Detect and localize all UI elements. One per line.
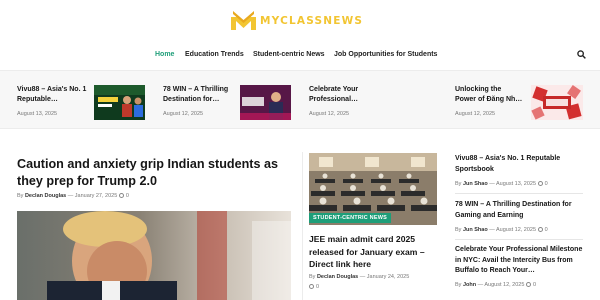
side-article-meta: By Jun Shao — August 12, 2025 0 (455, 227, 548, 233)
side-article-meta: By John — August 12, 2025 0 (455, 282, 536, 288)
search-icon[interactable] (577, 50, 586, 59)
comment-icon (537, 181, 543, 187)
ticker-title-line: Power of Đăng Nh… (455, 96, 523, 103)
site-logo[interactable]: MYCLASSNEWS (231, 11, 363, 30)
comment-icon (309, 284, 314, 290)
ticker-item[interactable]: Unlocking the Power of Đăng Nh… August 1… (455, 71, 585, 130)
ticker-title-line: Reputable… (17, 96, 58, 103)
meta-author[interactable]: Jun Shao (463, 227, 488, 233)
meta-by: By (309, 274, 316, 280)
logo-icon (231, 11, 256, 30)
side-article-meta: By Jun Shao — August 13, 2025 0 (455, 181, 548, 187)
meta-separator: — (359, 274, 366, 280)
side-article-title[interactable]: Celebrate Your Professional Milestone in… (455, 245, 590, 277)
side-divider (455, 239, 583, 240)
middle-article-comments[interactable]: 0 (309, 284, 319, 290)
side-divider (455, 193, 583, 194)
middle-article-meta: By Declan Douglas — January 24, 2025 (309, 274, 409, 280)
meta-separator: — (489, 227, 495, 233)
meta-author[interactable]: Declan Douglas (25, 193, 66, 199)
main-article-image[interactable] (17, 211, 291, 300)
meta-author[interactable]: John (463, 282, 476, 288)
meta-comments[interactable]: 0 (316, 284, 319, 290)
ticker-title-line: Vivu88 – Asia's No. 1 (17, 86, 87, 93)
comment-icon (118, 193, 124, 199)
meta-separator: — (489, 181, 495, 187)
side-article-title[interactable]: 78 WIN – A Thrilling Destination for Gam… (455, 200, 590, 221)
nav-item-job-opportunities[interactable]: Job Opportunities for Students (334, 51, 437, 58)
news-ticker: Vivu88 – Asia's No. 1 Reputable… August … (0, 70, 600, 129)
nav-item-home[interactable]: Home (155, 51, 174, 58)
ticker-thumbnail[interactable] (240, 85, 291, 120)
comment-icon (537, 227, 543, 233)
ticker-item-date: August 12, 2025 (455, 111, 496, 117)
ticker-item-date: August 13, 2025 (17, 111, 58, 117)
meta-by: By (455, 181, 462, 187)
ticker-item[interactable]: 78 WIN – A Thrilling Destination for… Au… (163, 71, 293, 130)
ticker-item[interactable]: Vivu88 – Asia's No. 1 Reputable… August … (17, 71, 147, 130)
side-article-title[interactable]: Vivu88 – Asia's No. 1 Reputable Sportsbo… (455, 154, 590, 175)
meta-comments[interactable]: 0 (545, 181, 548, 187)
ticker-title-line: Celebrate Your (309, 86, 359, 93)
ticker-item-title[interactable]: 78 WIN – A Thrilling Destination for… (163, 85, 228, 105)
meta-comments[interactable]: 0 (545, 227, 548, 233)
column-divider (302, 152, 303, 300)
ticker-title-line: Professional… (309, 96, 359, 103)
meta-date: August 13, 2025 (495, 181, 537, 187)
meta-separator: — (477, 282, 484, 288)
ticker-item-date: August 12, 2025 (163, 111, 204, 117)
nav-item-student-centric-news[interactable]: Student-centric News (253, 51, 325, 58)
ticker-title-line: 78 WIN – A Thrilling (163, 86, 229, 93)
meta-by: By (455, 282, 462, 288)
meta-by: By (17, 193, 24, 199)
meta-comments[interactable]: 0 (126, 193, 129, 199)
meta-date: August 12, 2025 (484, 282, 525, 288)
side-article[interactable]: 78 WIN – A Thrilling Destination for Gam… (455, 200, 590, 221)
meta-by: By (455, 227, 462, 233)
main-nav: Home Education Trends Student-centric Ne… (0, 46, 600, 68)
ticker-title-line: Unlocking the (455, 86, 502, 93)
side-article[interactable]: Celebrate Your Professional Milestone in… (455, 245, 590, 277)
ticker-item-title[interactable]: Vivu88 – Asia's No. 1 Reputable… (17, 85, 86, 105)
meta-author[interactable]: Jun Shao (463, 181, 488, 187)
middle-article-title[interactable]: JEE main admit card 2025 released for Ja… (309, 233, 444, 271)
site-header: MYCLASSNEWS (0, 0, 600, 40)
main-article-meta: By Declan Douglas — January 27, 2025 0 (17, 193, 129, 199)
meta-comments[interactable]: 0 (533, 282, 536, 288)
ticker-item-date: August 12, 2025 (309, 111, 350, 117)
nav-item-education-trends[interactable]: Education Trends (185, 51, 244, 58)
comment-icon (525, 282, 531, 288)
meta-separator: — (67, 193, 74, 199)
meta-date: August 12, 2025 (495, 227, 537, 233)
site-logo-text: MYCLASSNEWS (260, 14, 364, 27)
ticker-thumbnail[interactable] (94, 85, 145, 120)
ticker-item-title[interactable]: Unlocking the Power of Đăng Nh… (455, 85, 522, 105)
ticker-item-title[interactable]: Celebrate Your Professional… (309, 85, 358, 105)
category-badge[interactable]: STUDENT-CENTRIC NEWS (309, 213, 391, 223)
meta-author[interactable]: Declan Douglas (317, 274, 358, 280)
meta-date: January 27, 2025 (74, 193, 118, 199)
ticker-item[interactable]: Celebrate Your Professional… August 12, … (309, 71, 439, 130)
ticker-title-line: Destination for… (163, 96, 220, 103)
main-article-title[interactable]: Caution and anxiety grip Indian students… (17, 156, 297, 190)
meta-date: January 24, 2025 (366, 274, 410, 280)
ticker-thumbnail[interactable] (531, 85, 583, 120)
side-article[interactable]: Vivu88 – Asia's No. 1 Reputable Sportsbo… (455, 154, 590, 175)
